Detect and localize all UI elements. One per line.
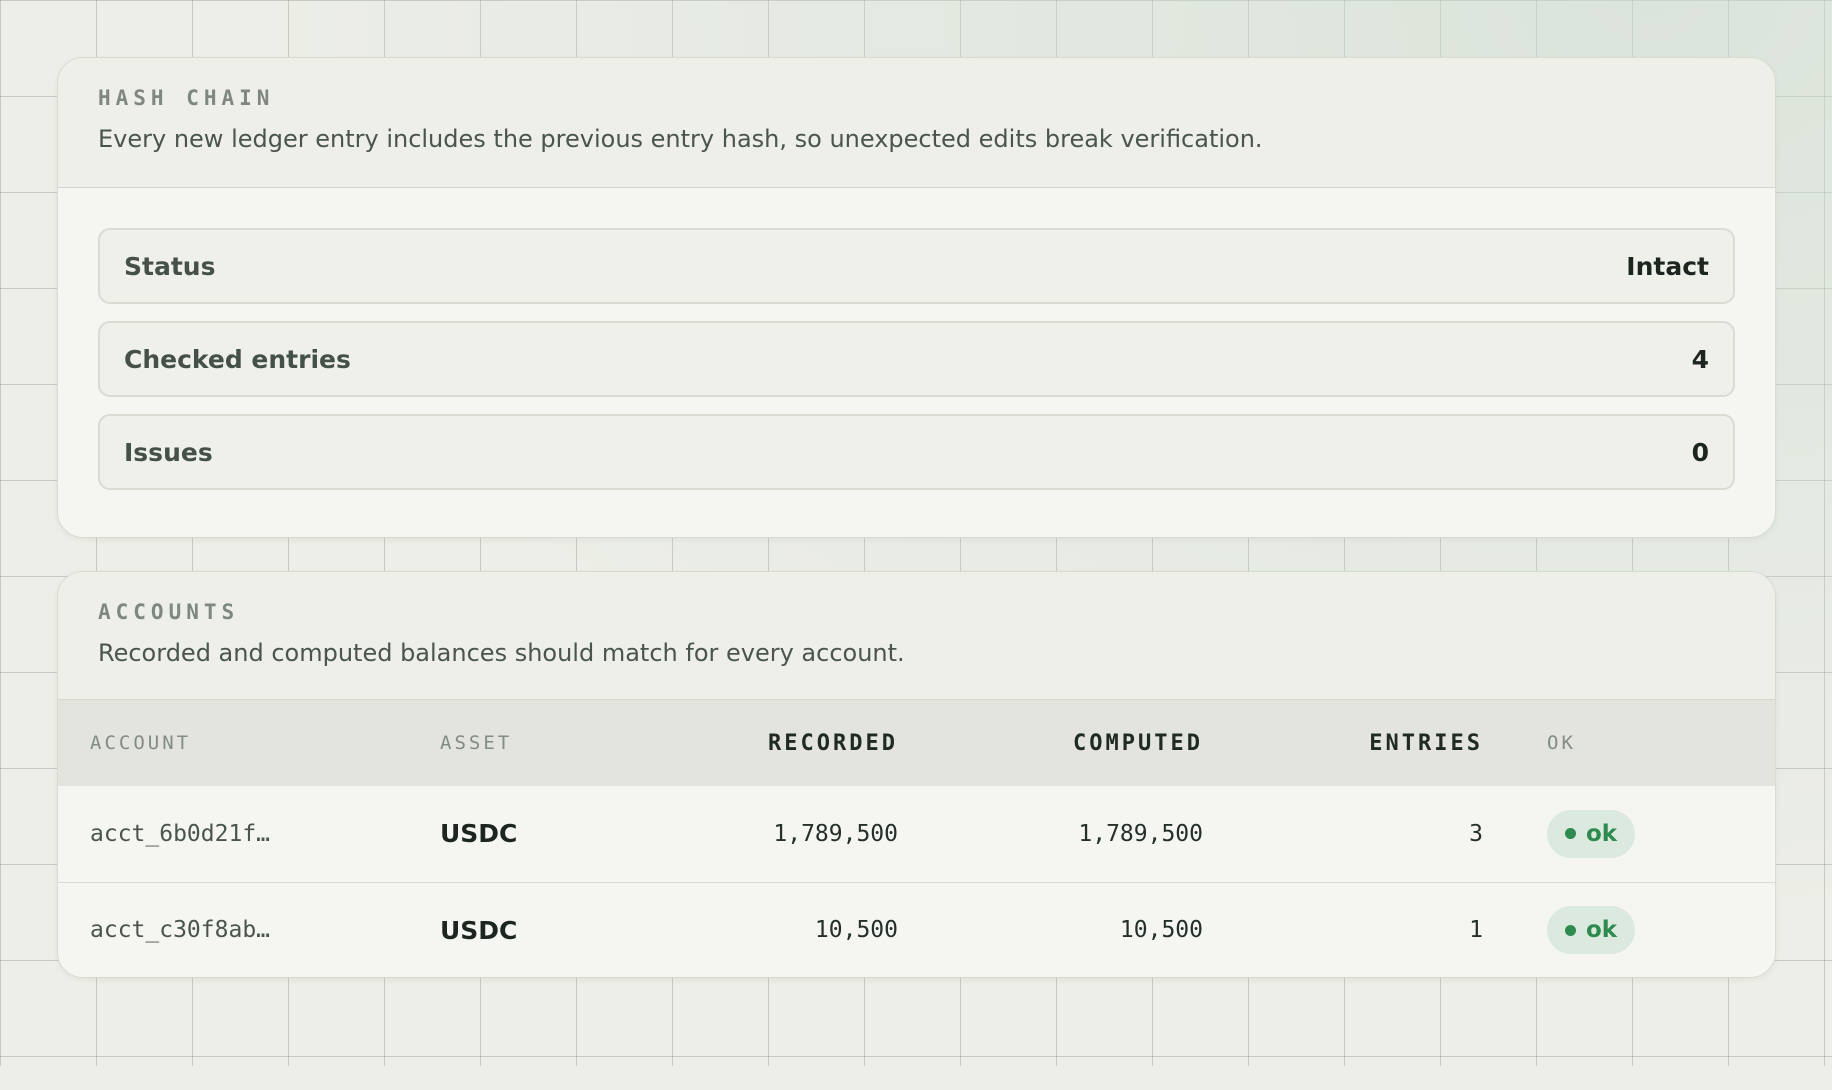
asset-cell: USDC — [440, 819, 518, 849]
account-id-cell: acct_c30f8ab… — [58, 881, 440, 977]
page-footer-fill — [0, 1066, 1832, 1090]
stat-label: Issues — [124, 437, 213, 467]
ok-cell: ok — [1483, 881, 1775, 977]
hash-chain-description: Every new ledger entry includes the prev… — [98, 125, 1263, 153]
column-header-recorded: RECORDED — [768, 730, 898, 756]
ok-status-label: ok — [1586, 917, 1618, 944]
stat-value: Intact — [1626, 251, 1709, 281]
accounts-eyebrow: ACCOUNTS — [98, 600, 240, 624]
column-header-computed: COMPUTED — [1073, 730, 1203, 756]
ok-status-badge: ok — [1547, 809, 1636, 858]
hash-chain-header: HASH CHAIN Every new ledger entry includ… — [58, 58, 1775, 188]
status-dot-icon — [1565, 828, 1576, 840]
computed-cell: 1,789,500 — [1078, 820, 1203, 847]
table-row: acct_c30f8ab… USDC 10,500 10,500 1 ok — [58, 881, 1775, 977]
stat-value: 0 — [1691, 437, 1709, 467]
accounts-header: ACCOUNTS Recorded and computed balances … — [58, 572, 1775, 700]
accounts-table: ACCOUNT ASSET RECORDED COMPUTED ENTRIES … — [58, 700, 1775, 977]
table-row: acct_6b0d21f… USDC 1,789,500 1,789,500 3… — [58, 786, 1775, 882]
hash-chain-eyebrow: HASH CHAIN — [98, 86, 275, 110]
stat-label: Checked entries — [124, 344, 351, 374]
status-dot-icon — [1565, 924, 1576, 936]
account-id-cell: acct_6b0d21f… — [90, 820, 271, 847]
stat-row-status: Status Intact — [98, 228, 1735, 304]
entries-cell: 3 — [1469, 820, 1483, 847]
stat-row-issues: Issues 0 — [98, 414, 1735, 490]
hash-chain-stats: Status Intact Checked entries 4 Issues 0 — [58, 188, 1775, 490]
stat-value: 4 — [1691, 344, 1709, 374]
column-header-entries: ENTRIES — [1369, 730, 1483, 756]
asset-cell: USDC — [440, 881, 660, 977]
recorded-cell: 10,500 — [660, 881, 898, 977]
entries-cell: 1 — [1203, 881, 1483, 977]
stat-row-checked-entries: Checked entries 4 — [98, 321, 1735, 397]
hash-chain-card: HASH CHAIN Every new ledger entry includ… — [57, 57, 1776, 538]
column-header-asset: ASSET — [440, 732, 513, 754]
stat-label: Status — [124, 251, 216, 281]
ok-status-badge: ok — [1547, 906, 1636, 955]
accounts-description: Recorded and computed balances should ma… — [98, 639, 905, 667]
computed-cell: 10,500 — [898, 881, 1203, 977]
column-header-account: ACCOUNT — [90, 732, 192, 754]
accounts-card: ACCOUNTS Recorded and computed balances … — [57, 571, 1776, 978]
ok-status-label: ok — [1586, 820, 1618, 847]
table-header-row: ACCOUNT ASSET RECORDED COMPUTED ENTRIES … — [58, 700, 1775, 786]
recorded-cell: 1,789,500 — [773, 820, 898, 847]
ok-cell: ok — [1483, 786, 1775, 882]
column-header-ok: OK — [1547, 732, 1576, 754]
